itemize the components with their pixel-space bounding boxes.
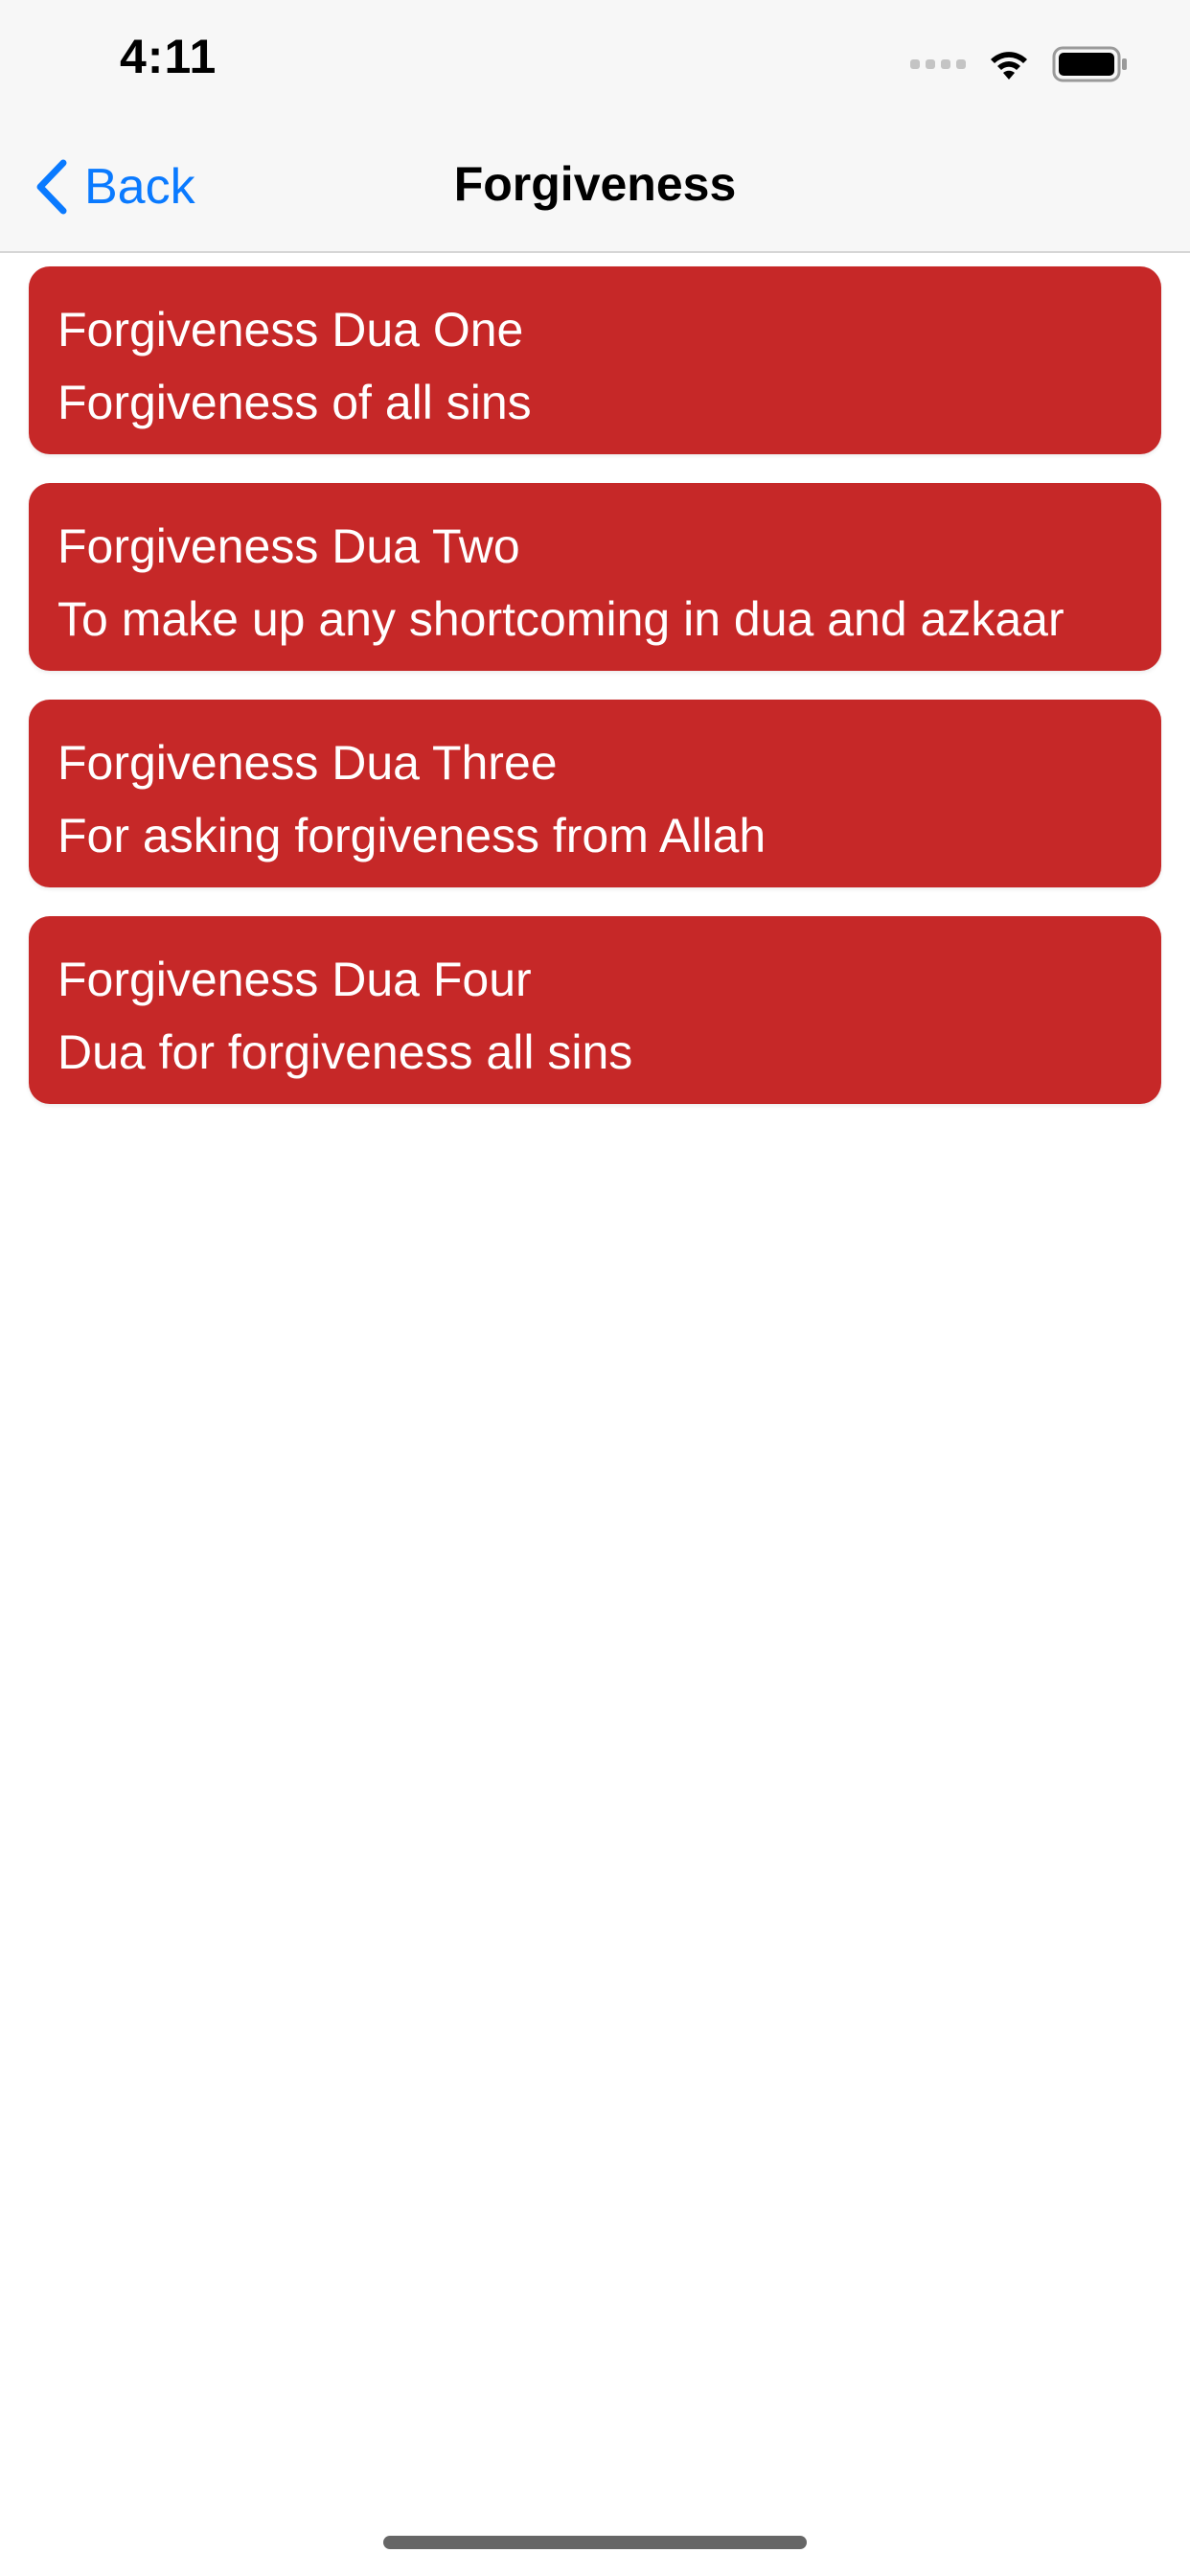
dua-title: Forgiveness Dua Two bbox=[57, 519, 520, 573]
dua-title: Forgiveness Dua Four bbox=[57, 953, 532, 1006]
wifi-icon bbox=[991, 52, 1027, 80]
dua-subtitle: Dua for forgiveness all sins bbox=[57, 1025, 633, 1079]
dua-subtitle: Forgiveness of all sins bbox=[57, 376, 532, 429]
dua-list: Forgiveness Dua One Forgiveness of all s… bbox=[29, 266, 1161, 1133]
battery-icon bbox=[1052, 46, 1127, 82]
dua-card-three[interactable]: Forgiveness Dua Three For asking forgive… bbox=[29, 700, 1161, 887]
dua-subtitle: To make up any shortcoming in dua and az… bbox=[57, 592, 1064, 646]
navigation-bar: 4:11 Back Forgiveness bbox=[0, 0, 1190, 253]
dua-card-four[interactable]: Forgiveness Dua Four Dua for forgiveness… bbox=[29, 916, 1161, 1104]
dua-card-one[interactable]: Forgiveness Dua One Forgiveness of all s… bbox=[29, 266, 1161, 454]
dua-subtitle: For asking forgiveness from Allah bbox=[57, 809, 767, 862]
home-indicator[interactable] bbox=[383, 2536, 807, 2549]
signal-icon bbox=[910, 59, 966, 69]
dua-title: Forgiveness Dua Three bbox=[57, 736, 558, 790]
status-icons bbox=[910, 40, 1129, 88]
dua-title: Forgiveness Dua One bbox=[57, 303, 524, 356]
page-title: Forgiveness bbox=[453, 157, 737, 211]
status-time: 4:11 bbox=[120, 30, 217, 83]
dua-card-two[interactable]: Forgiveness Dua Two To make up any short… bbox=[29, 483, 1161, 671]
